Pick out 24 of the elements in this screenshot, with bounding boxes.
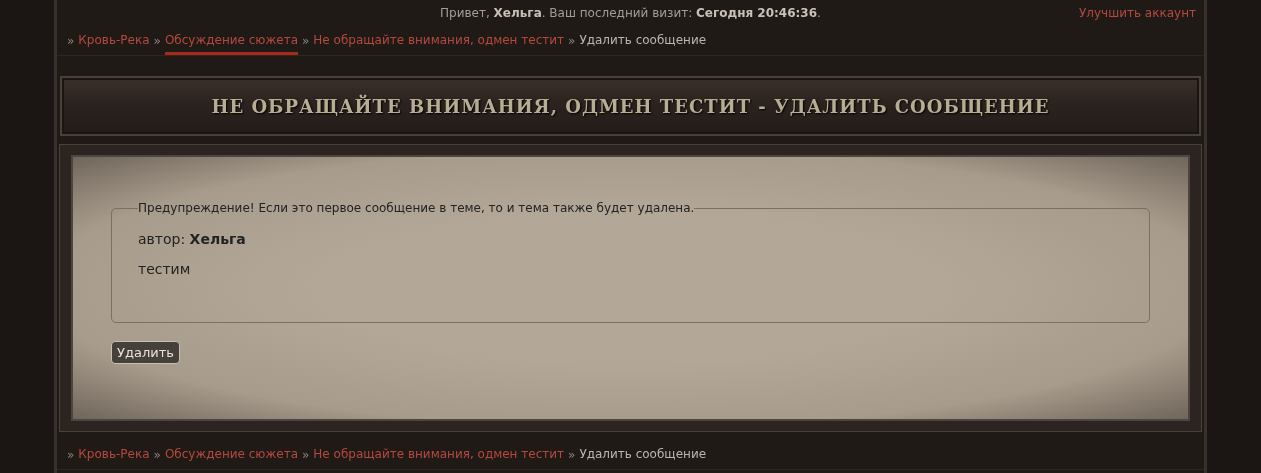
warning-text: Предупреждение! Если это первое сообщение в теме, то и тема также будет удалена. — [138, 201, 695, 215]
breadcrumb-separator: » — [568, 447, 576, 462]
breadcrumb-link[interactable]: Не обращайте внимания, одмен тестит — [313, 26, 565, 55]
breadcrumb-link[interactable]: Не обращайте внимания, одмен тестит — [313, 440, 565, 469]
welcome-text: Привет, Хельга. Ваш последний визит: Сегодня 20:46:36. — [440, 6, 821, 20]
message-text: тестим — [138, 261, 192, 277]
breadcrumb-separator: » — [153, 447, 161, 462]
delete-button[interactable]: Удалить — [111, 341, 180, 364]
breadcrumb-link[interactable]: Кровь-Река — [78, 26, 150, 55]
breadcrumb-separator: » — [302, 447, 310, 462]
breadcrumb-separator: » — [153, 33, 161, 48]
breadcrumb-separator: » — [67, 447, 75, 462]
author-label: автор: — [138, 231, 187, 247]
breadcrumb-link[interactable]: Кровь-Река — [78, 440, 150, 469]
breadcrumb-separator: » — [67, 33, 75, 48]
breadcrumb-link[interactable]: Обсуждение сюжета — [164, 440, 298, 469]
upgrade-account-link[interactable]: Улучшить аккаунт — [1079, 6, 1196, 20]
author-name: Хельга — [189, 231, 246, 247]
breadcrumb-link[interactable]: Обсуждение сюжета — [164, 26, 298, 55]
page-title: НЕ ОБРАЩАЙТЕ ВНИМАНИЯ, ОДМЕН ТЕСТИТ - УДАЛИТЬ СООБЩЕНИЕ — [211, 95, 1050, 117]
breadcrumb-current: Удалить сообщение — [579, 31, 707, 49]
breadcrumb-current: Удалить сообщение — [579, 445, 707, 463]
breadcrumb-separator: » — [302, 33, 310, 48]
breadcrumb-separator: » — [568, 33, 576, 48]
